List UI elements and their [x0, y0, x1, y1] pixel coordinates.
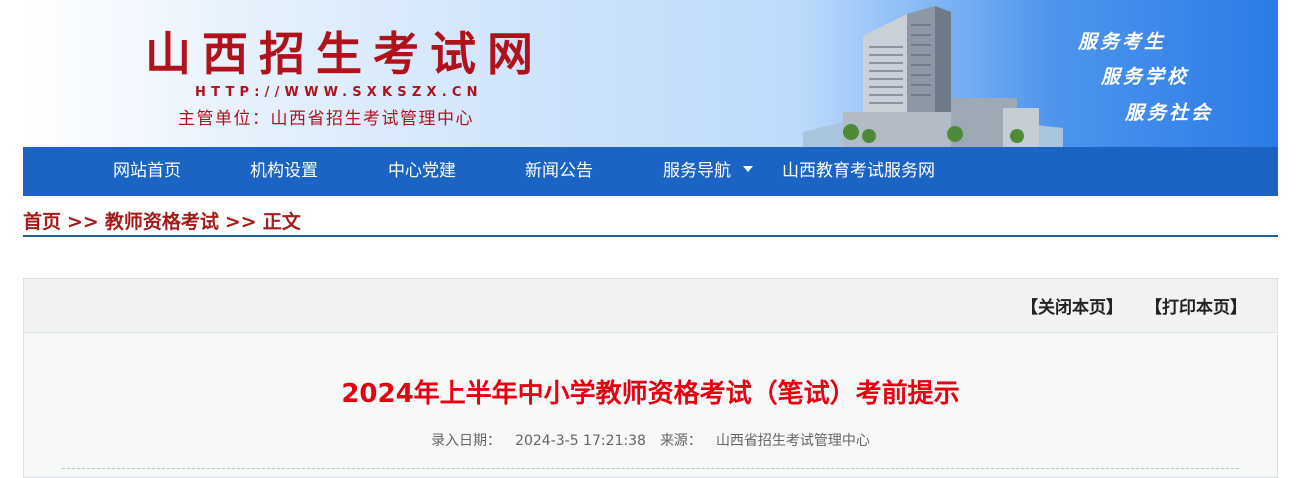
- nav-education-exam-service[interactable]: 山西教育考试服务网: [782, 147, 935, 196]
- nav-party-building[interactable]: 中心党建: [388, 147, 456, 196]
- source-label: 来源：: [659, 433, 702, 449]
- entry-date: 录入日期： 2024-3-5 17:21:38: [431, 433, 646, 449]
- slogan-students: 服务考生: [1078, 31, 1167, 53]
- entry-date-label: 录入日期：: [431, 433, 502, 449]
- main-nav: 网站首页 机构设置 中心党建 新闻公告 服务导航 山西教育考试服务网: [23, 147, 1278, 196]
- article-meta: 录入日期： 2024-3-5 17:21:38 来源： 山西省招生考试管理中心: [24, 430, 1277, 450]
- source-value: 山西省招生考试管理中心: [715, 433, 870, 449]
- divider: [62, 468, 1239, 469]
- chevron-down-icon: [743, 166, 753, 172]
- print-page-button[interactable]: 【打印本页】: [1145, 293, 1247, 318]
- breadcrumb-current: 正文: [262, 211, 301, 233]
- breadcrumb-separator: >>: [224, 211, 257, 233]
- close-page-button[interactable]: 【关闭本页】: [1021, 293, 1123, 318]
- article-panel: 【关闭本页】 【打印本页】 2024年上半年中小学教师资格考试（笔试）考前提示 …: [23, 278, 1278, 478]
- breadcrumb-separator: >>: [67, 211, 99, 233]
- article-source: 来源： 山西省招生考试管理中心: [660, 433, 870, 449]
- nav-service-guide-label: 服务导航: [663, 161, 731, 181]
- breadcrumb: 首页 >> 教师资格考试 >> 正文: [23, 209, 1278, 237]
- site-org: 主管单位：山西省招生考试管理中心: [178, 109, 474, 129]
- nav-organization[interactable]: 机构设置: [250, 147, 318, 196]
- breadcrumb-home[interactable]: 首页: [23, 211, 61, 233]
- slogan-society: 服务社会: [1125, 102, 1214, 124]
- header-banner: 山西招生考试网 HTTP://WWW.SXKSZX.CN 主管单位：山西省招生考…: [23, 0, 1278, 147]
- site-url: HTTP://WWW.SXKSZX.CN: [195, 85, 483, 100]
- article-title: 2024年上半年中小学教师资格考试（笔试）考前提示: [341, 379, 960, 409]
- entry-date-value: 2024-3-5 17:21:38: [515, 433, 646, 449]
- article-toolbar: 【关闭本页】 【打印本页】: [24, 279, 1277, 333]
- site-title: 山西招生考试网: [145, 27, 544, 81]
- nav-news[interactable]: 新闻公告: [525, 147, 593, 196]
- slogan-schools: 服务学校: [1101, 66, 1190, 88]
- nav-home[interactable]: 网站首页: [113, 147, 181, 196]
- breadcrumb-teacher-qualification[interactable]: 教师资格考试: [105, 211, 219, 233]
- building-image: [803, 6, 1063, 147]
- nav-service-guide[interactable]: 服务导航: [663, 147, 753, 196]
